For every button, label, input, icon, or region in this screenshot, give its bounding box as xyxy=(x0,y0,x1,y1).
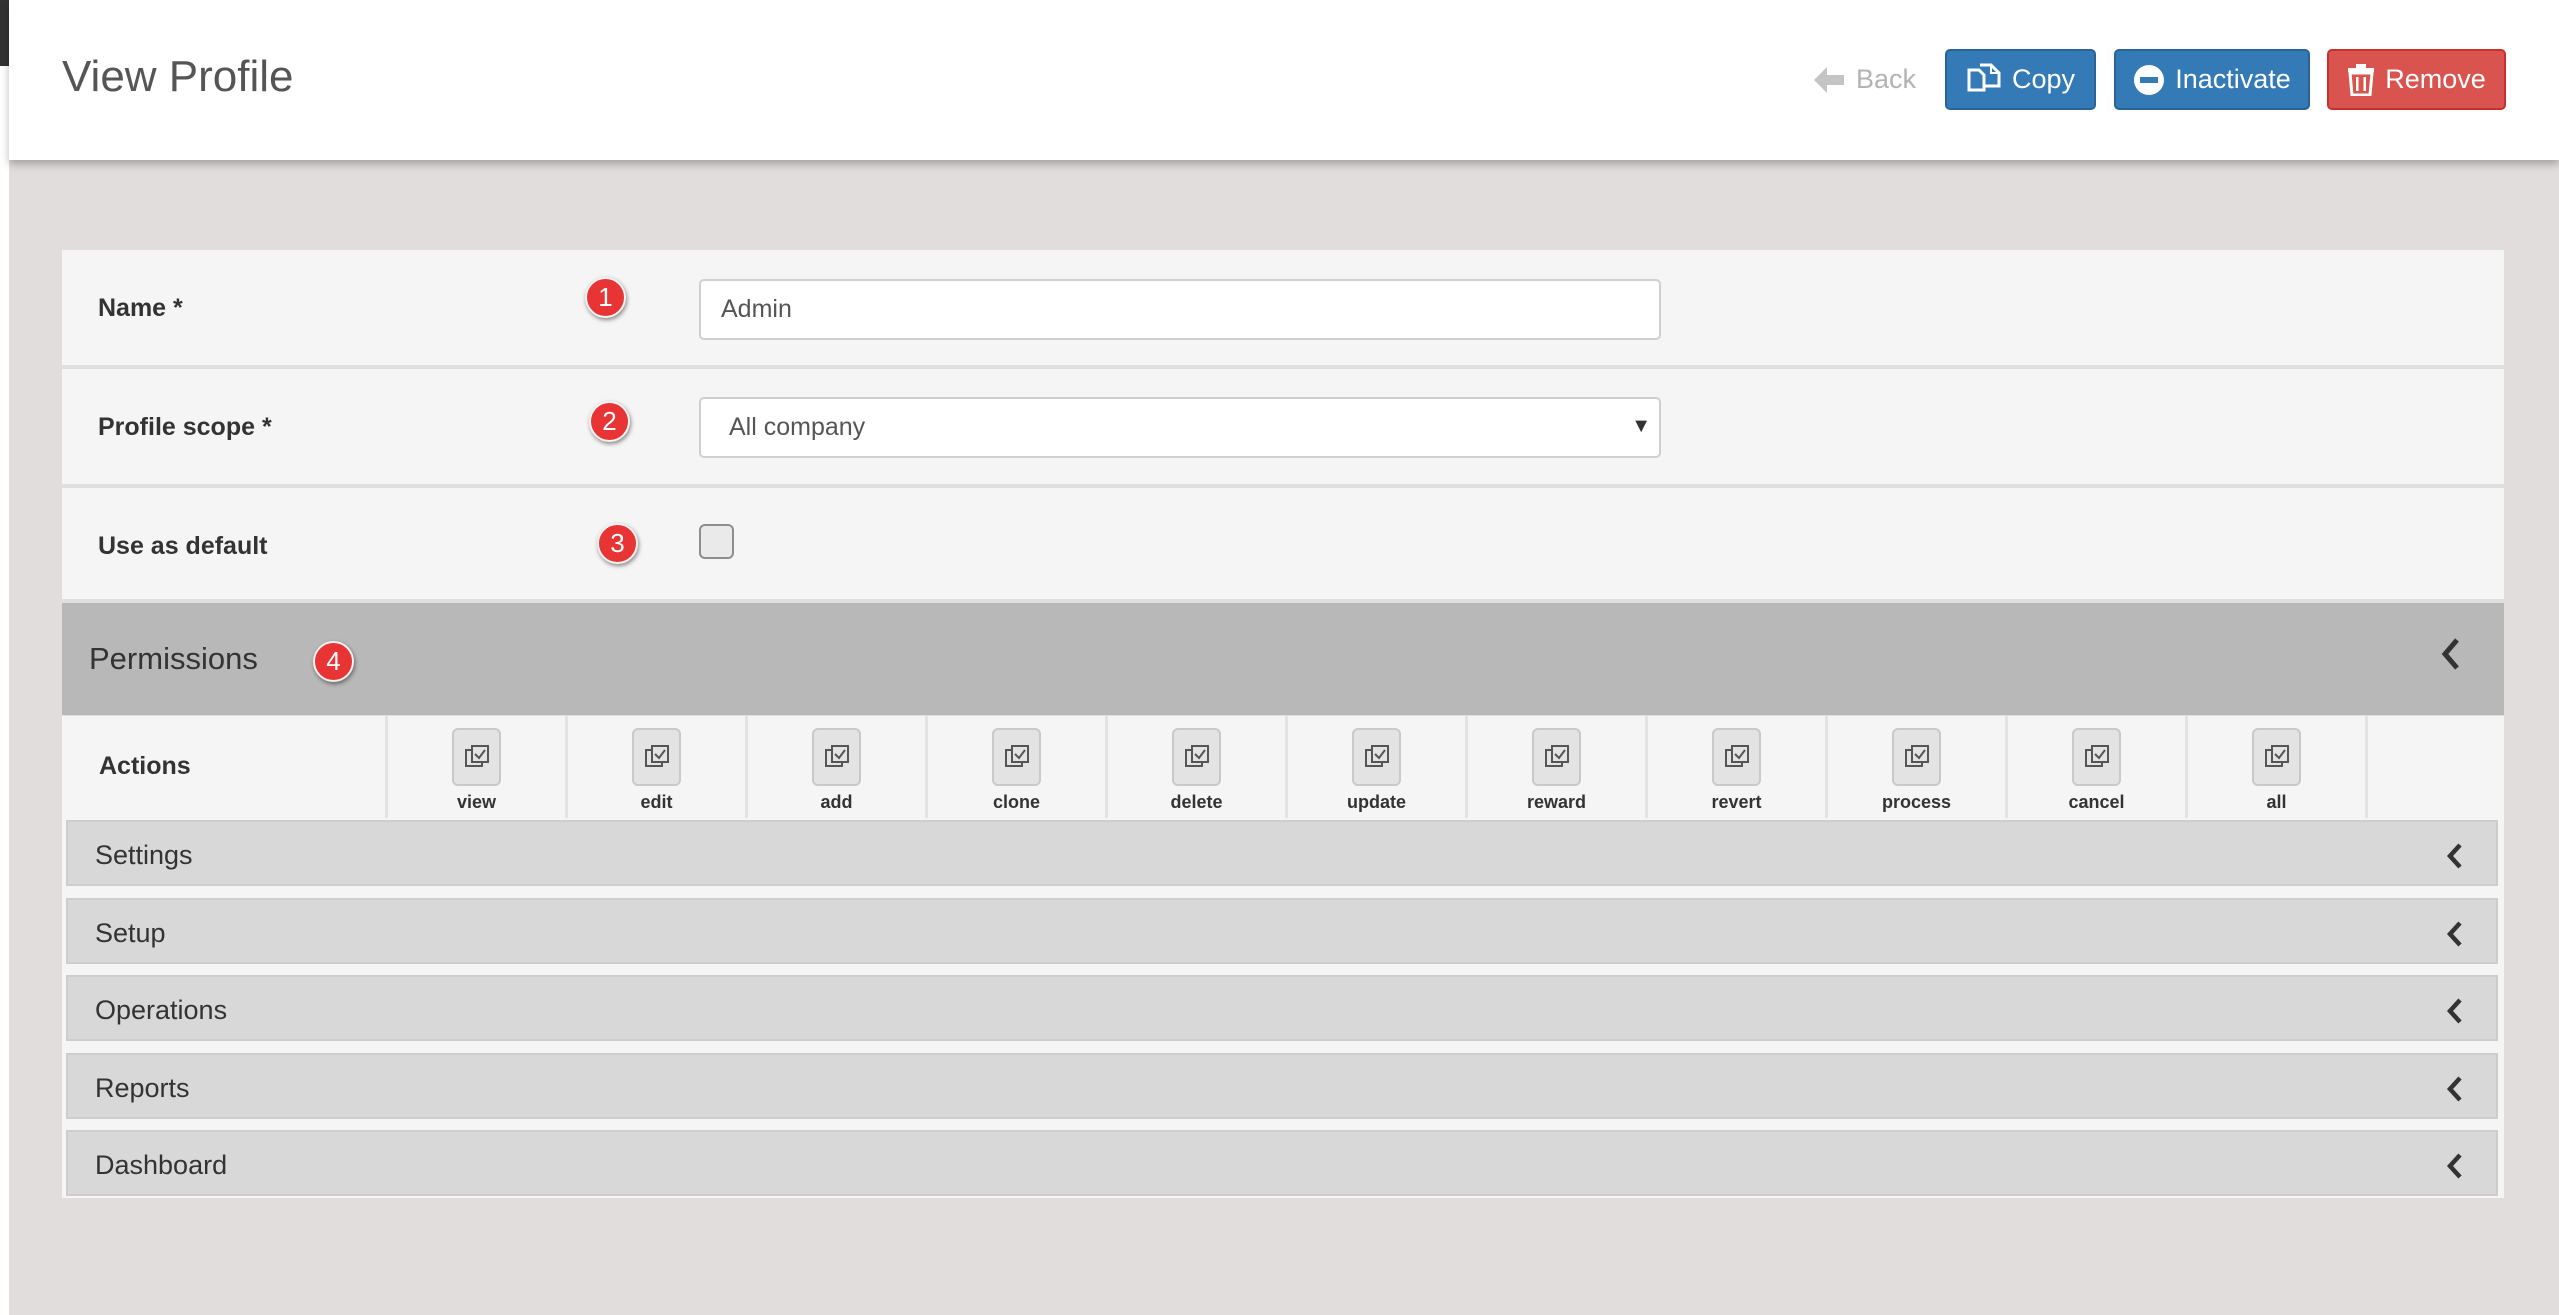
action-all-toggle[interactable] xyxy=(2252,728,2301,786)
use-as-default-checkbox[interactable] xyxy=(699,524,734,559)
section-label: Operations xyxy=(95,995,228,1025)
inactivate-button[interactable]: Inactivate xyxy=(2114,49,2310,110)
section-settings[interactable]: Settings xyxy=(66,820,2498,886)
action-cancel: cancel xyxy=(2005,716,2185,818)
check-square-icon xyxy=(464,745,489,767)
arrow-left-icon xyxy=(1813,66,1844,93)
action-cancel-toggle[interactable] xyxy=(2072,728,2121,786)
check-square-icon xyxy=(2084,745,2109,767)
action-all: all xyxy=(2185,716,2365,818)
section-reports[interactable]: Reports xyxy=(66,1052,2498,1119)
use-as-default-row: Use as default 3 xyxy=(62,488,2504,602)
action-label: all xyxy=(2266,792,2287,812)
check-square-icon xyxy=(1364,745,1389,767)
section-setup[interactable]: Setup xyxy=(66,897,2498,964)
marker-1: 1 xyxy=(585,277,626,318)
action-process: process xyxy=(1825,716,2005,818)
marker-2: 2 xyxy=(589,401,630,442)
action-edit-toggle[interactable] xyxy=(632,728,681,786)
action-label: delete xyxy=(1170,792,1223,812)
profile-scope-row: Profile scope * 2 All company ▼ xyxy=(62,369,2504,487)
caret-down-icon: ▼ xyxy=(1631,415,1651,437)
page-header: View Profile Back Copy Inactivate Remove xyxy=(9,0,2559,160)
permissions-title: Permissions xyxy=(89,641,258,676)
action-clone: clone xyxy=(925,716,1105,818)
action-reward-toggle[interactable] xyxy=(1532,728,1581,786)
actions-row: Actions view edit add clone delete update rewa… xyxy=(62,716,2504,818)
check-square-icon xyxy=(644,745,669,767)
minus-circle-icon xyxy=(2134,64,2165,95)
left-edge xyxy=(0,0,9,1315)
action-label: add xyxy=(820,792,853,812)
action-update-toggle[interactable] xyxy=(1352,728,1401,786)
action-delete: delete xyxy=(1105,716,1285,818)
check-square-icon xyxy=(2264,745,2289,767)
section-label: Setup xyxy=(95,917,166,948)
marker-4: 4 xyxy=(313,641,354,682)
copy-icon xyxy=(1967,63,2001,91)
check-square-icon xyxy=(1904,745,1929,767)
copy-button[interactable]: Copy xyxy=(1945,49,2096,110)
chevron-left-icon[interactable] xyxy=(2446,920,2464,947)
name-row: Name * 1 xyxy=(62,250,2504,368)
action-label: edit xyxy=(640,792,673,812)
check-square-icon xyxy=(1004,745,1029,767)
name-input[interactable] xyxy=(699,279,1661,340)
action-process-toggle[interactable] xyxy=(1892,728,1941,786)
back-label: Back xyxy=(1855,64,1917,94)
action-revert-toggle[interactable] xyxy=(1712,728,1761,786)
profile-scope-label: Profile scope * xyxy=(98,413,272,441)
inactivate-label: Inactivate xyxy=(2175,64,2291,94)
chevron-left-icon[interactable] xyxy=(2446,998,2464,1024)
actions-label: Actions xyxy=(99,752,191,780)
action-label: process xyxy=(1881,792,1952,812)
section-operations[interactable]: Operations xyxy=(66,975,2498,1041)
action-label: view xyxy=(456,792,497,812)
trash-icon xyxy=(2348,63,2375,96)
permissions-panel-header[interactable]: Permissions 4 xyxy=(62,603,2504,715)
check-square-icon xyxy=(1724,745,1749,767)
section-label: Reports xyxy=(95,1072,190,1103)
permission-sections: Settings Setup Operations Reports Dashboard xyxy=(62,818,2504,1198)
action-add-toggle[interactable] xyxy=(812,728,861,786)
remove-button[interactable]: Remove xyxy=(2327,49,2506,110)
check-square-icon xyxy=(1544,745,1569,767)
action-add: add xyxy=(745,716,925,818)
action-label: clone xyxy=(992,792,1040,812)
action-label: reward xyxy=(1526,792,1587,812)
action-edit: edit xyxy=(565,716,745,818)
action-label: revert xyxy=(1711,792,1762,812)
action-label: cancel xyxy=(2068,792,2125,812)
action-update: update xyxy=(1285,716,1465,818)
chevron-left-icon[interactable] xyxy=(2440,637,2462,671)
chevron-left-icon[interactable] xyxy=(2446,843,2464,869)
name-label: Name * xyxy=(98,294,183,322)
action-view-toggle[interactable] xyxy=(452,728,501,786)
copy-label: Copy xyxy=(2011,64,2076,94)
back-button[interactable]: Back xyxy=(1804,49,1924,110)
action-delete-toggle[interactable] xyxy=(1172,728,1221,786)
profile-scope-select[interactable]: All company ▼ xyxy=(699,397,1661,458)
action-label: update xyxy=(1346,792,1406,812)
actions-row-end xyxy=(2365,716,2504,818)
remove-label: Remove xyxy=(2385,64,2486,94)
chevron-left-icon[interactable] xyxy=(2446,1153,2464,1179)
use-as-default-label: Use as default xyxy=(98,532,268,560)
action-revert: revert xyxy=(1645,716,1825,818)
check-square-icon xyxy=(824,745,849,767)
marker-3: 3 xyxy=(597,523,638,564)
action-reward: reward xyxy=(1465,716,1645,818)
check-square-icon xyxy=(1184,745,1209,767)
action-view: view xyxy=(385,716,565,818)
section-label: Dashboard xyxy=(95,1150,228,1180)
chevron-left-icon[interactable] xyxy=(2446,1075,2464,1102)
profile-scope-value: All company xyxy=(729,413,866,441)
section-label: Settings xyxy=(95,840,193,870)
section-dashboard[interactable]: Dashboard xyxy=(66,1130,2498,1196)
action-clone-toggle[interactable] xyxy=(992,728,1041,786)
left-edge-dark xyxy=(0,0,9,66)
page-title: View Profile xyxy=(62,52,294,101)
